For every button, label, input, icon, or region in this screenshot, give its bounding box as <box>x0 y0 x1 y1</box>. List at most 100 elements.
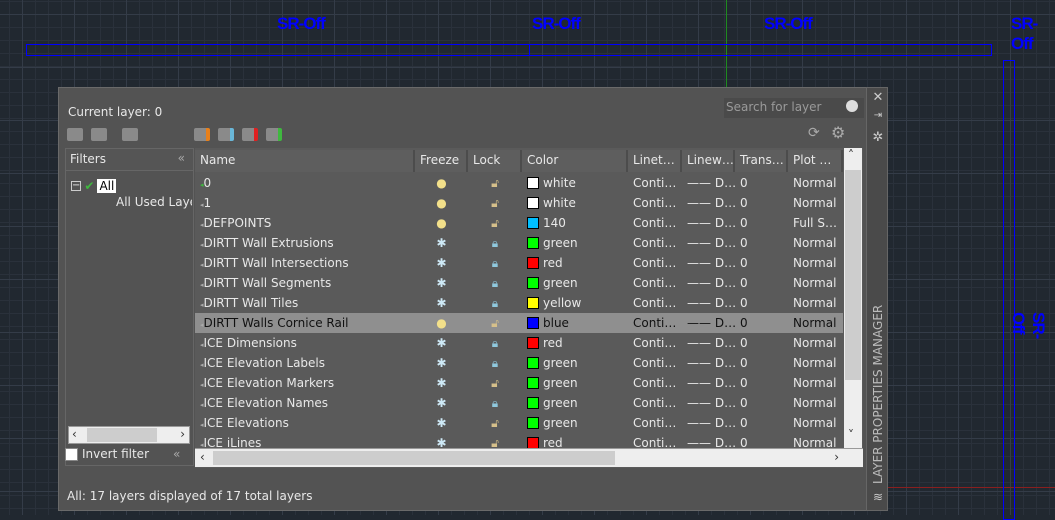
column-header[interactable]: Freeze <box>415 150 468 172</box>
layer-row[interactable]: ◂DIRTT Wall Intersections ✱ 🔒︎ red Conti… <box>195 253 843 273</box>
layer-lineweight[interactable]: —— D… <box>682 416 735 430</box>
layer-transparency[interactable]: 0 <box>735 216 788 230</box>
sun-icon[interactable]: ● <box>436 176 446 190</box>
layer-states-manager-icon[interactable] <box>122 128 138 141</box>
layer-linetype[interactable]: Conti… <box>628 276 682 290</box>
sun-icon[interactable]: ● <box>436 196 446 210</box>
layer-plot-style[interactable]: Normal <box>788 236 843 250</box>
layer-row[interactable]: ◂ICE Elevation Labels ✱ 🔒︎ green Conti… … <box>195 353 843 373</box>
layer-color[interactable]: green <box>522 276 628 290</box>
filter-all-used[interactable]: All Used Layers <box>116 195 192 209</box>
layer-transparency[interactable]: 0 <box>735 296 788 310</box>
layer-transparency[interactable]: 0 <box>735 276 788 290</box>
layer-name[interactable]: ◂ICE Elevation Labels <box>195 356 415 370</box>
refresh-icon[interactable]: ⟳ <box>808 125 820 141</box>
layer-row[interactable]: ◂DIRTT Wall Tiles ✱ 🔒︎ yellow Conti… —— … <box>195 293 843 313</box>
layer-plot-style[interactable]: Normal <box>788 416 843 430</box>
layer-name[interactable]: ◂ICE Dimensions <box>195 336 415 350</box>
search-layer-input[interactable]: Search for layer <box>724 98 864 118</box>
snowflake-icon[interactable]: ✱ <box>436 276 446 290</box>
layer-transparency[interactable]: 0 <box>735 336 788 350</box>
unlocked-icon[interactable]: 🔓︎ <box>491 416 499 430</box>
column-header[interactable]: Plot … <box>788 150 843 172</box>
layer-plot-style[interactable]: Normal <box>788 396 843 410</box>
layer-name[interactable]: ◂DIRTT Wall Tiles <box>195 296 415 310</box>
layer-row[interactable]: ◂DEFPOINTS ● 🔓︎ 140 Conti… —— D… 0 Full … <box>195 213 843 233</box>
layer-plot-style[interactable]: Normal <box>788 276 843 290</box>
layer-plot-style[interactable]: Full S… <box>788 216 843 230</box>
layer-color[interactable]: green <box>522 356 628 370</box>
layer-lineweight[interactable]: —— D… <box>682 356 735 370</box>
locked-icon[interactable]: 🔒︎ <box>492 256 498 270</box>
layer-color[interactable]: 140 <box>522 216 628 230</box>
layer-lineweight[interactable]: —— D… <box>682 376 735 390</box>
layer-transparency[interactable]: 0 <box>735 376 788 390</box>
layer-plot-style[interactable]: Normal <box>788 296 843 310</box>
layer-linetype[interactable]: Conti… <box>628 396 682 410</box>
snowflake-icon[interactable]: ✱ <box>436 236 446 250</box>
layer-transparency[interactable]: 0 <box>735 356 788 370</box>
layer-list-vscrollbar[interactable]: ˄ ˅ <box>844 148 862 448</box>
locked-icon[interactable]: 🔒︎ <box>492 336 498 350</box>
column-header[interactable]: Lock <box>468 150 522 172</box>
layer-lineweight[interactable]: —— D… <box>682 336 735 350</box>
layer-lineweight[interactable]: —— D… <box>682 316 735 330</box>
sun-icon[interactable]: ● <box>436 316 446 330</box>
layer-linetype[interactable]: Conti… <box>628 216 682 230</box>
layer-transparency[interactable]: 0 <box>735 236 788 250</box>
settings-gear-icon[interactable]: ⚙ <box>831 123 845 142</box>
layer-name[interactable]: ◂DIRTT Wall Intersections <box>195 256 415 270</box>
snowflake-icon[interactable]: ✱ <box>436 376 446 390</box>
layer-linetype[interactable]: Conti… <box>628 296 682 310</box>
layer-row[interactable]: ◂1 ● 🔓︎ white Conti… —— D… 0 Normal <box>195 193 843 213</box>
layer-plot-style[interactable]: Normal <box>788 336 843 350</box>
snowflake-icon[interactable]: ✱ <box>436 336 446 350</box>
layer-row[interactable]: ◂DIRTT Wall Segments ✱ 🔒︎ green Conti… —… <box>195 273 843 293</box>
layer-color[interactable]: red <box>522 336 628 350</box>
layer-plot-style[interactable]: Normal <box>788 316 843 330</box>
properties-icon[interactable]: ✲ <box>871 130 885 145</box>
layer-transparency[interactable]: 0 <box>735 316 788 330</box>
layer-transparency[interactable]: 0 <box>735 196 788 210</box>
delete-layer-icon[interactable] <box>242 128 258 141</box>
layer-name[interactable]: ◂0 <box>195 176 415 190</box>
unlocked-icon[interactable]: 🔓︎ <box>491 376 499 390</box>
unlocked-icon[interactable]: 🔓︎ <box>491 216 499 230</box>
layer-plot-style[interactable]: Normal <box>788 176 843 190</box>
column-header[interactable]: Linet… <box>628 150 682 172</box>
close-icon[interactable]: ✕ <box>871 90 885 105</box>
layer-row[interactable]: ◂ICE Dimensions ✱ 🔒︎ red Conti… —— D… 0 … <box>195 333 843 353</box>
new-layer-vp-frozen-icon[interactable] <box>218 128 234 141</box>
snowflake-icon[interactable]: ✱ <box>436 416 446 430</box>
layer-name[interactable]: ◂1 <box>195 196 415 210</box>
layer-linetype[interactable]: Conti… <box>628 236 682 250</box>
layer-lineweight[interactable]: —— D… <box>682 176 735 190</box>
column-header[interactable]: Name <box>195 150 415 172</box>
layer-color[interactable]: blue <box>522 316 628 330</box>
layer-linetype[interactable]: Conti… <box>628 416 682 430</box>
locked-icon[interactable]: 🔒︎ <box>492 396 498 410</box>
layer-linetype[interactable]: Conti… <box>628 256 682 270</box>
new-layer-icon[interactable] <box>194 128 210 141</box>
snowflake-icon[interactable]: ✱ <box>436 356 446 370</box>
layer-name[interactable]: ◂DIRTT Wall Segments <box>195 276 415 290</box>
layer-color[interactable]: green <box>522 416 628 430</box>
layer-color[interactable]: red <box>522 256 628 270</box>
layer-lineweight[interactable]: —— D… <box>682 236 735 250</box>
unlocked-icon[interactable]: 🔓︎ <box>491 196 499 210</box>
filters-hscrollbar[interactable]: ‹ › <box>68 426 190 444</box>
locked-icon[interactable]: 🔒︎ <box>492 236 498 250</box>
collapse-icon[interactable]: « <box>178 151 185 165</box>
layer-name[interactable]: ◂ICE Elevation Markers <box>195 376 415 390</box>
layer-row[interactable]: ◂ICE Elevation Markers ✱ 🔓︎ green Conti…… <box>195 373 843 393</box>
layer-color[interactable]: green <box>522 396 628 410</box>
layer-color[interactable]: yellow <box>522 296 628 310</box>
layer-linetype[interactable]: Conti… <box>628 376 682 390</box>
set-current-icon[interactable] <box>266 128 282 141</box>
autohide-icon[interactable]: ⇥ <box>871 110 885 121</box>
layer-linetype[interactable]: Conti… <box>628 176 682 190</box>
collapse-icon[interactable]: « <box>173 447 180 461</box>
layer-name[interactable]: ◂DEFPOINTS <box>195 216 415 230</box>
layer-name[interactable]: ◂DIRTT Walls Cornice Rail <box>195 316 415 330</box>
layer-plot-style[interactable]: Normal <box>788 196 843 210</box>
